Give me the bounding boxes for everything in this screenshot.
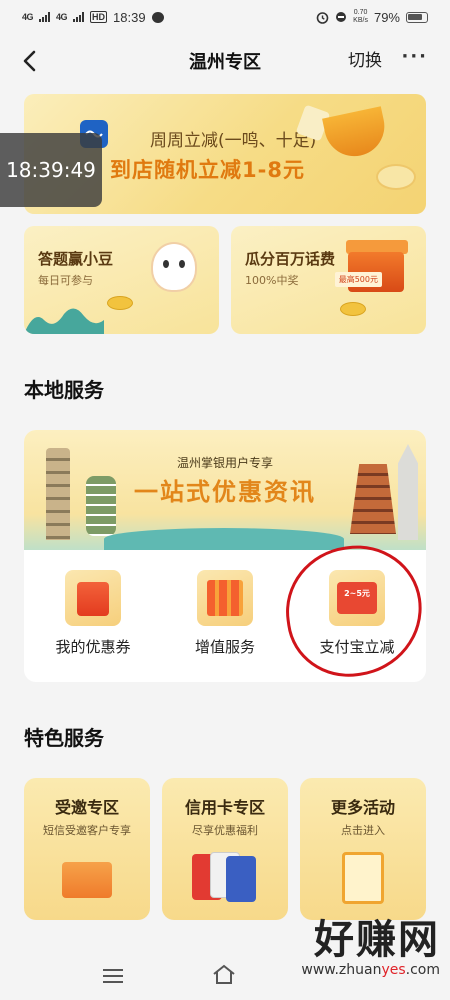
alarm-icon [316, 11, 329, 24]
service-label: 增值服务 [194, 638, 255, 656]
service-value-added[interactable]: 增值服务 [170, 570, 280, 657]
section-title-featured: 特色服务 [24, 726, 104, 750]
battery-percent: 79% [373, 9, 400, 25]
menu-icon[interactable] [102, 968, 124, 984]
promo-subtitle: 100%中奖 [245, 274, 299, 287]
page-title: 温州专区 [189, 52, 261, 73]
feature-subtitle: 尽享优惠福利 [192, 824, 258, 837]
banner-subtitle: 周周立减(一鸣、十足) [150, 131, 317, 151]
status-bar: 4G 4G HD 18:39 0.70 KB/s 79% [0, 0, 450, 34]
plate-icon [376, 164, 416, 190]
nav-bar: 温州专区 切换 ··· [0, 34, 450, 88]
switch-button[interactable]: 切换 [348, 46, 382, 71]
signal-icon [39, 12, 51, 22]
promo-title: 答题赢小豆 [38, 250, 114, 268]
net-speed: 0.70 KB/s [353, 9, 368, 25]
net-speed-unit: KB/s [353, 17, 368, 24]
feature-more-activities[interactable]: 更多活动 点击进入 [300, 778, 426, 920]
mascot-icon [151, 242, 197, 292]
banner-subtitle: 温州掌银用户专享 [176, 456, 273, 470]
river-decoration [104, 528, 344, 550]
status-time: 18:39 [113, 9, 146, 25]
credit-cards-icon [190, 850, 256, 902]
bowl-icon [322, 106, 390, 162]
coins-icon [340, 302, 366, 316]
feature-title: 受邀专区 [54, 798, 119, 817]
battery-icon [406, 11, 428, 23]
more-menu-button[interactable]: ··· [401, 46, 428, 67]
gift-icon [197, 570, 253, 626]
feature-subtitle: 点击进入 [341, 824, 385, 837]
banner-headline: 到店随机立减1-8元 [110, 158, 305, 182]
phone-credit-promo-card[interactable]: 瓜分百万话费 100%中奖 最高500元 [231, 226, 426, 334]
promo-title: 瓜分百万话费 [245, 250, 336, 268]
message-icon [151, 11, 164, 23]
mute-icon [336, 12, 347, 22]
service-label: 我的优惠券 [55, 638, 131, 656]
feature-credit-card-zone[interactable]: 信用卡专区 尽享优惠福利 [162, 778, 288, 920]
status-right: 0.70 KB/s 79% [316, 9, 428, 25]
feature-title: 更多活动 [330, 798, 395, 817]
hd-icon: HD [90, 11, 108, 23]
system-nav-bar [0, 960, 450, 1000]
section-title-local: 本地服务 [24, 378, 104, 402]
status-left: 4G 4G HD 18:39 [22, 10, 164, 25]
coins-icon [107, 296, 133, 310]
feature-subtitle: 短信受邀客户专享 [43, 824, 131, 837]
network-label-2: 4G [56, 12, 68, 22]
time-overlay: 18:39:49 [0, 133, 102, 207]
envelope-icon [62, 862, 112, 898]
coupon-icon [65, 570, 121, 626]
promo-subtitle: 每日可参与 [38, 274, 93, 287]
service-my-coupons[interactable]: 我的优惠券 [38, 570, 148, 657]
feature-title: 信用卡专区 [184, 798, 265, 817]
home-icon[interactable] [212, 964, 236, 984]
watermark-text: 好赚网 [314, 917, 440, 963]
local-services-banner[interactable]: 温州掌银用户专享 一站式优惠资讯 [24, 430, 426, 550]
network-label-1: 4G [22, 12, 34, 22]
signal-icon-2 [73, 12, 85, 22]
wave-decoration-icon [24, 308, 104, 334]
net-speed-value: 0.70 [353, 9, 368, 16]
clipboard-icon [342, 852, 384, 904]
quiz-promo-card[interactable]: 答题赢小豆 每日可参与 [24, 226, 219, 334]
gift-tag: 最高500元 [334, 272, 382, 287]
banner-headline: 一站式优惠资讯 [134, 478, 316, 506]
feature-invited-zone[interactable]: 受邀专区 短信受邀客户专享 [24, 778, 150, 920]
